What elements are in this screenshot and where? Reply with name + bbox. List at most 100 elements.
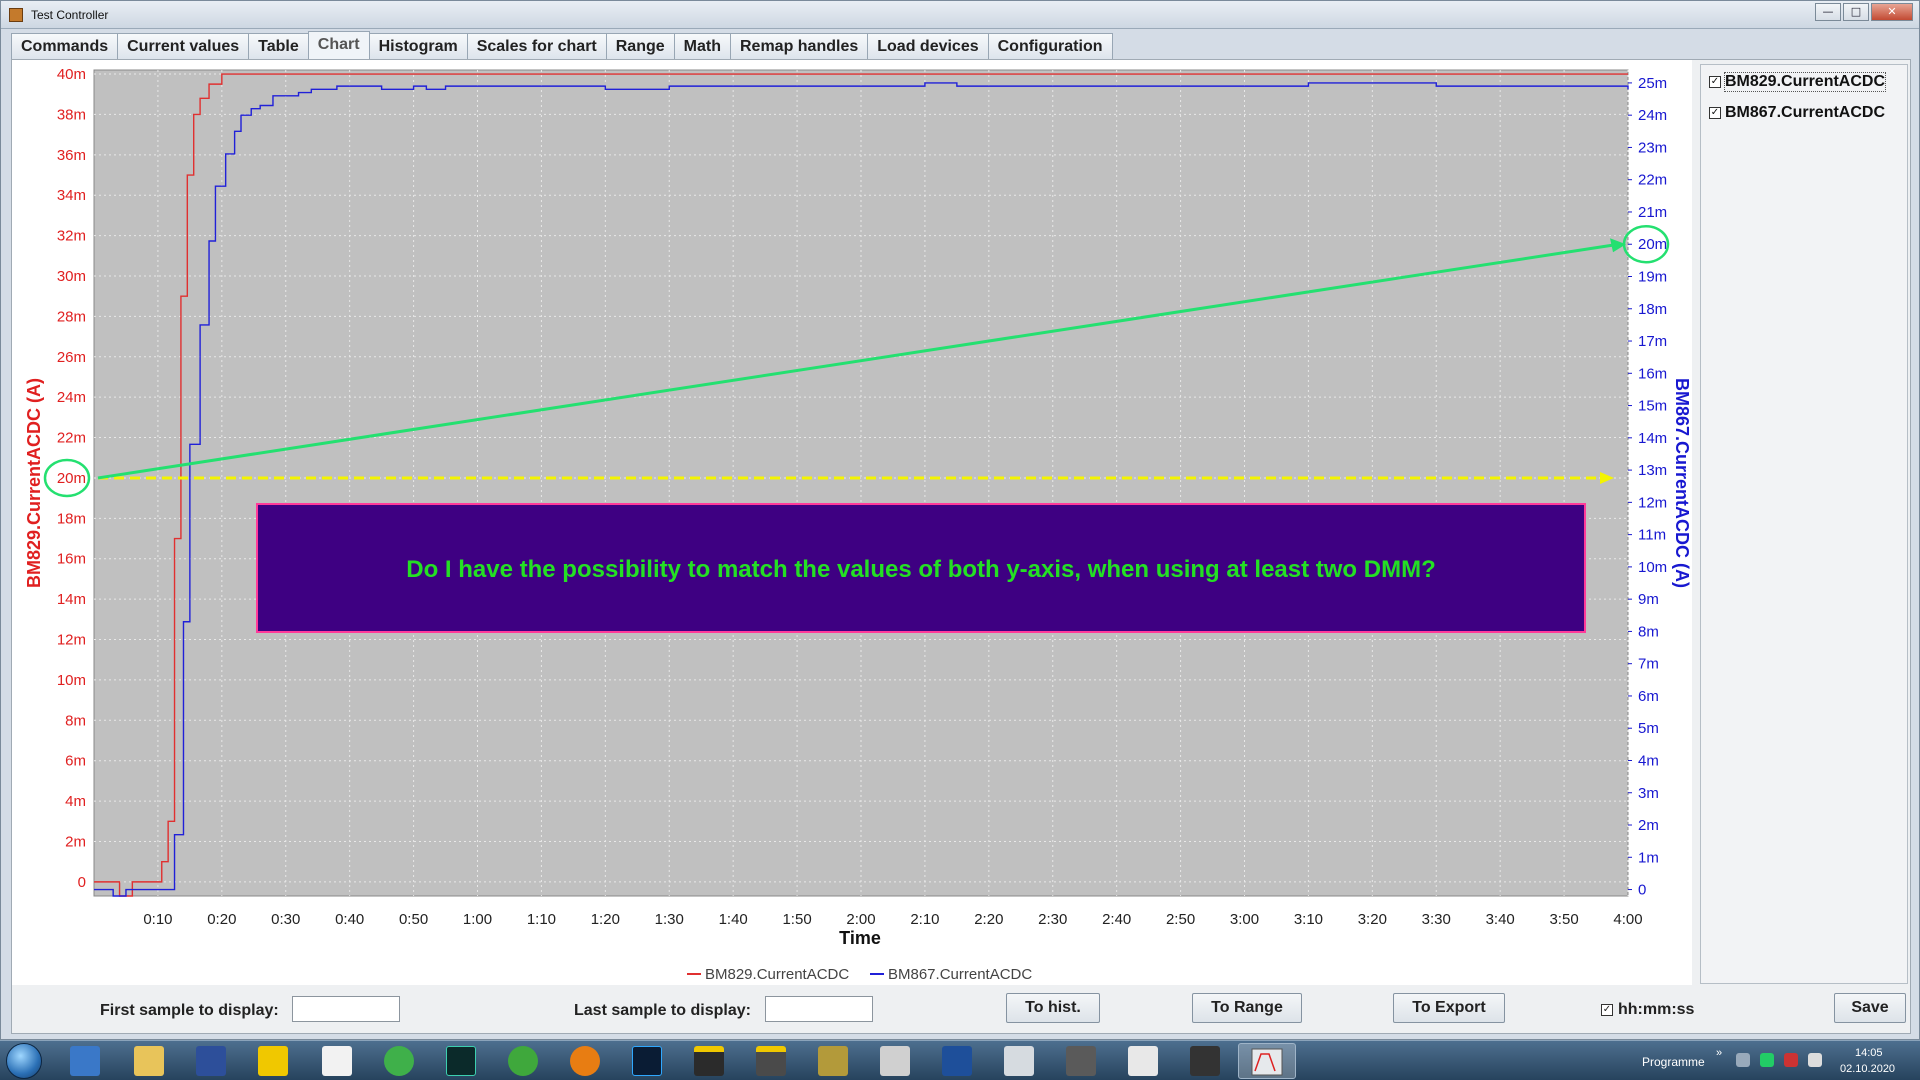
first-sample-input[interactable] (292, 996, 400, 1022)
left-tick-label: 34m (57, 187, 86, 204)
close-button[interactable]: ✕ (1871, 3, 1913, 21)
maximize-button[interactable]: □ (1843, 3, 1869, 21)
series-item-bm867[interactable]: ✓ BM867.CurrentACDC (1709, 102, 1885, 124)
tab-scales-for-chart[interactable]: Scales for chart (466, 33, 607, 59)
right-tick-label: 7m (1638, 656, 1659, 673)
right-tick-label: 25m (1638, 75, 1667, 92)
last-sample-input[interactable] (765, 996, 873, 1022)
right-tick-label: 3m (1638, 785, 1659, 802)
tab-current-values[interactable]: Current values (117, 33, 250, 59)
tab-histogram[interactable]: Histogram (368, 33, 468, 59)
right-tick-label: 14m (1638, 430, 1667, 447)
annotation-question: Do I have the possibility to match the v… (406, 556, 1435, 583)
tab-chart[interactable]: Chart (307, 31, 370, 59)
right-tick-label: 5m (1638, 720, 1659, 737)
plot-area (93, 69, 1629, 897)
right-tick-label: 0 (1638, 882, 1646, 899)
x-tick-label: 1:00 (463, 911, 492, 928)
remote-icon[interactable] (942, 1046, 972, 1076)
hms-toggle[interactable]: ✓ hh:mm:ss (1601, 1001, 1694, 1019)
right-tick-label: 18m (1638, 301, 1667, 318)
left-tick-label: 30m (57, 268, 86, 285)
to-hist-button[interactable]: To hist. (1006, 993, 1100, 1023)
tray-alert-icon[interactable] (1784, 1053, 1798, 1067)
bar-meter-icon[interactable] (880, 1046, 910, 1076)
programme-label[interactable]: Programme (1642, 1055, 1705, 1069)
right-tick-label: 23m (1638, 139, 1667, 156)
minimize-button[interactable]: — (1815, 3, 1841, 21)
x-tick-label: 3:10 (1294, 911, 1323, 928)
app-icon (9, 8, 23, 22)
left-tick-label: 16m (57, 551, 86, 568)
left-tick-label: 0 (78, 874, 86, 891)
right-tick-label: 16m (1638, 365, 1667, 382)
x-tick-label: 2:40 (1102, 911, 1131, 928)
x-tick-label: 3:20 (1358, 911, 1387, 928)
left-tick-label: 38m (57, 106, 86, 123)
x-tick-label: 3:50 (1549, 911, 1578, 928)
left-tick-label: 10m (57, 672, 86, 689)
document-icon[interactable] (322, 1046, 352, 1076)
chart[interactable]: 0 2m 4m 6m 8m 10m 12m 14m 16m 18m 20m 22m 24m 26m 28m 3… (12, 60, 1692, 985)
tab-load-devices[interactable]: Load devices (867, 33, 989, 59)
taskbar: Programme » 14:05 02.10.2020 (0, 1040, 1920, 1080)
instrument-icon[interactable] (818, 1046, 848, 1076)
series-panel: ✓ BM829.CurrentACDC ✓ BM867.CurrentACDC (1700, 64, 1908, 984)
title-bar[interactable]: Test Controller — □ ✕ (1, 1, 1919, 29)
first-sample-label: First sample to display: (100, 1002, 279, 1019)
tab-range[interactable]: Range (605, 33, 675, 59)
x-tick-label: 0:50 (399, 911, 428, 928)
chart-app-icon[interactable] (1004, 1046, 1034, 1076)
left-tick-label: 18m (57, 510, 86, 527)
photoshop-icon[interactable] (632, 1046, 662, 1076)
phone-icon[interactable] (1128, 1046, 1158, 1076)
to-range-button[interactable]: To Range (1192, 993, 1302, 1023)
clock-date[interactable]: 02.10.2020 (1840, 1063, 1895, 1075)
tab-table[interactable]: Table (248, 33, 309, 59)
left-tick-label: 4m (65, 793, 86, 810)
legend-entry: BM867.CurrentACDC (888, 966, 1032, 983)
right-tick-label: 15m (1638, 398, 1667, 415)
xnview-icon[interactable] (570, 1046, 600, 1076)
hms-checkbox[interactable]: ✓ (1601, 1004, 1613, 1016)
x-tick-label: 0:20 (207, 911, 236, 928)
fluke-logger-icon[interactable] (756, 1046, 786, 1076)
tab-configuration[interactable]: Configuration (987, 33, 1113, 59)
platinum-icon[interactable] (1066, 1046, 1096, 1076)
clock-time[interactable]: 14:05 (1855, 1047, 1883, 1059)
tab-remap-handles[interactable]: Remap handles (729, 33, 869, 59)
left-tick-label: 36m (57, 147, 86, 164)
save-disk-icon[interactable] (196, 1046, 226, 1076)
scope-icon[interactable] (1190, 1046, 1220, 1076)
fluke-meter-icon[interactable] (694, 1046, 724, 1076)
series-checkbox-bm867[interactable]: ✓ (1709, 107, 1721, 119)
tray-network-icon[interactable] (1736, 1053, 1750, 1067)
audition-icon[interactable] (446, 1046, 476, 1076)
to-export-button[interactable]: To Export (1393, 993, 1505, 1023)
x-tick-label: 1:50 (782, 911, 811, 928)
start-button[interactable] (6, 1043, 42, 1079)
left-tick-label: 14m (57, 591, 86, 608)
recycle-icon[interactable] (508, 1046, 538, 1076)
tab-commands[interactable]: Commands (11, 33, 119, 59)
right-tick-label: 17m (1638, 333, 1667, 350)
x-tick-label: 2:30 (1038, 911, 1067, 928)
duden-icon[interactable] (258, 1046, 288, 1076)
folder-icon[interactable] (134, 1046, 164, 1076)
tab-math[interactable]: Math (673, 33, 731, 59)
media-player-icon[interactable] (384, 1046, 414, 1076)
ie-icon[interactable] (70, 1046, 100, 1076)
x-tick-label: 2:20 (974, 911, 1003, 928)
right-tick-label: 1m (1638, 849, 1659, 866)
tray-volume-icon[interactable] (1808, 1053, 1822, 1067)
left-tick-label: 2m (65, 833, 86, 850)
series-item-bm829[interactable]: ✓ BM829.CurrentACDC (1709, 71, 1887, 93)
x-tick-label: 0:30 (271, 911, 300, 928)
programme-expand-icon[interactable]: » (1716, 1047, 1722, 1059)
save-button[interactable]: Save (1834, 993, 1906, 1023)
series-checkbox-bm829[interactable]: ✓ (1709, 76, 1721, 88)
test-controller-taskbar-button[interactable] (1238, 1043, 1296, 1079)
hms-label: hh:mm:ss (1618, 1001, 1695, 1018)
right-tick-label: 12m (1638, 494, 1667, 511)
tray-flag-icon[interactable] (1760, 1053, 1774, 1067)
